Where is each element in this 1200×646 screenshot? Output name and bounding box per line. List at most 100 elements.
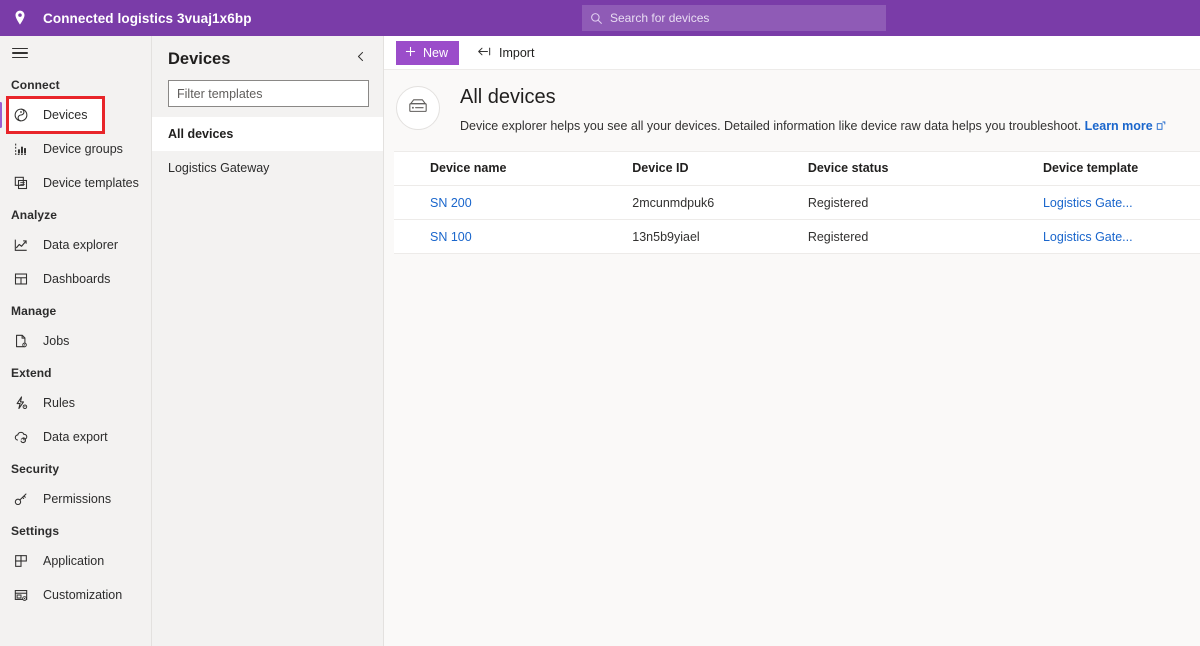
- page-header-text: All devices Device explorer helps you se…: [460, 84, 1166, 137]
- application-panels-icon: [12, 552, 30, 570]
- rules-lightning-gear-icon: [12, 394, 30, 412]
- global-search[interactable]: [582, 5, 886, 31]
- devices-table-head: Device name Device ID Device status Device …: [394, 151, 1200, 186]
- external-link-icon: [1156, 119, 1166, 137]
- sidebar-item-customization[interactable]: Customization: [0, 578, 151, 612]
- devices-panel-header: Devices: [152, 36, 383, 76]
- table-column-header[interactable]: Device template: [1042, 151, 1200, 186]
- left-navigation: Connect Devices Device groups Device templa…: [0, 36, 152, 646]
- cell-device-name[interactable]: SN 100: [394, 219, 633, 254]
- nav-groups: Connect Devices Device groups Device templa…: [0, 70, 151, 612]
- device-template-link[interactable]: Logistics Gate...: [1043, 230, 1133, 244]
- new-device-label: New: [423, 45, 449, 60]
- nav-group-title-manage: Manage: [11, 304, 57, 318]
- devices-icon: [12, 106, 30, 124]
- filter-templates-input[interactable]: [168, 80, 369, 107]
- template-list: All devices Logistics Gateway: [152, 117, 383, 185]
- hamburger-menu-button[interactable]: [0, 36, 151, 70]
- cell-device-template[interactable]: Logistics Gate...: [1042, 185, 1200, 220]
- table-row[interactable]: SN 200 2mcunmdpuk6 Registered Logistics Gat…: [394, 185, 1200, 220]
- template-item-logistics-gateway[interactable]: Logistics Gateway: [152, 151, 383, 185]
- device-name-link[interactable]: SN 100: [430, 230, 472, 244]
- sidebar-item-application[interactable]: Application: [0, 544, 151, 578]
- new-device-button[interactable]: New: [396, 40, 460, 65]
- table-column-header[interactable]: Device name: [394, 151, 633, 186]
- sidebar-item-data-explorer[interactable]: Data explorer: [0, 228, 151, 262]
- sidebar-item-label: Customization: [43, 588, 123, 602]
- search-icon: [582, 12, 610, 25]
- sidebar-item-devices[interactable]: Devices: [0, 96, 105, 134]
- cloud-export-icon: [12, 428, 30, 446]
- sidebar-item-label: Device groups: [43, 142, 123, 156]
- device-templates-icon: [12, 174, 30, 192]
- table-column-header[interactable]: Device ID: [632, 151, 808, 186]
- key-icon: [12, 490, 30, 508]
- learn-more-link[interactable]: Learn more: [1085, 119, 1153, 133]
- cell-device-template[interactable]: Logistics Gate...: [1042, 219, 1200, 254]
- nav-group-title-settings: Settings: [11, 524, 60, 538]
- devices-table-card: Device name Device ID Device status Device …: [394, 150, 1200, 254]
- import-arrow-icon: [477, 45, 492, 61]
- device-template-link[interactable]: Logistics Gate...: [1043, 196, 1133, 210]
- template-item-all-devices[interactable]: All devices: [152, 117, 383, 151]
- sidebar-item-label: Jobs: [43, 334, 70, 348]
- app-title: Connected logistics 3vuaj1x6bp: [43, 10, 252, 26]
- devices-table: Device name Device ID Device status Device …: [394, 151, 1200, 254]
- sidebar-item-dashboards[interactable]: Dashboards: [0, 262, 151, 296]
- line-chart-icon: [12, 236, 30, 254]
- sidebar-item-data-export[interactable]: Data export: [0, 420, 151, 454]
- import-devices-button[interactable]: Import: [469, 41, 542, 65]
- app-brand[interactable]: Connected logistics 3vuaj1x6bp: [0, 9, 252, 27]
- nav-group-title-connect: Connect: [11, 78, 60, 92]
- nav-group-title-extend: Extend: [11, 366, 52, 380]
- sidebar-item-rules[interactable]: Rules: [0, 386, 151, 420]
- table-row[interactable]: SN 100 13n5b9yiael Registered Logistics Gat…: [394, 219, 1200, 254]
- devices-panel: Devices All devicesLogistics Gateway: [152, 36, 384, 646]
- dashboard-grid-icon: [12, 270, 30, 288]
- panel-collapse-button[interactable]: [350, 48, 371, 70]
- filter-templates-wrap: [152, 76, 383, 117]
- customization-icon: [12, 586, 30, 604]
- cell-device-status: Registered: [807, 185, 1043, 220]
- cell-device-id: 2mcunmdpuk6: [632, 185, 808, 220]
- device-card-icon: [406, 96, 430, 121]
- chevron-left-icon: [354, 50, 367, 68]
- sidebar-item-label: Data export: [43, 430, 108, 444]
- cell-device-name[interactable]: SN 200: [394, 185, 633, 220]
- sidebar-item-device-groups[interactable]: Device groups: [0, 132, 151, 166]
- cell-device-status: Registered: [807, 219, 1043, 254]
- sidebar-item-label: Devices: [43, 108, 88, 122]
- sidebar-item-permissions[interactable]: Permissions: [0, 482, 151, 516]
- app-body: Connect Devices Device groups Device templa…: [0, 36, 1200, 646]
- sidebar-item-label: Data explorer: [43, 238, 119, 252]
- jobs-document-gear-icon: [12, 332, 30, 350]
- sidebar-item-label: Application: [43, 554, 105, 568]
- location-pin-icon: [11, 9, 29, 27]
- search-input[interactable]: [610, 5, 886, 31]
- command-bar: New Import: [384, 36, 1200, 70]
- main-content: New Import All devices Device explorer h…: [384, 36, 1200, 646]
- app-root: Connected logistics 3vuaj1x6bp Connect De…: [0, 0, 1200, 646]
- main-scroll-area: All devices Device explorer helps you se…: [384, 70, 1200, 646]
- page-description: Device explorer helps you see all your d…: [460, 118, 1166, 137]
- device-name-link[interactable]: SN 200: [430, 196, 472, 210]
- nav-group-title-analyze: Analyze: [11, 208, 58, 222]
- nav-group-title-security: Security: [11, 462, 60, 476]
- sidebar-item-device-templates[interactable]: Device templates: [0, 166, 151, 200]
- page-description-text: Device explorer helps you see all your d…: [460, 119, 1082, 133]
- sidebar-item-jobs[interactable]: Jobs: [0, 324, 151, 358]
- hamburger-menu-icon: [12, 45, 28, 62]
- devices-table-body: SN 200 2mcunmdpuk6 Registered Logistics Gat…: [394, 185, 1200, 254]
- table-header-row: Device name Device ID Device status Device …: [394, 151, 1200, 186]
- sidebar-item-label: Device templates: [43, 176, 139, 190]
- devices-panel-title: Devices: [168, 49, 231, 68]
- cell-device-id: 13n5b9yiael: [632, 219, 808, 254]
- page-title: All devices: [460, 86, 556, 108]
- device-groups-icon: [12, 140, 30, 158]
- top-header-bar: Connected logistics 3vuaj1x6bp: [0, 0, 1200, 36]
- table-column-header[interactable]: Device status: [807, 151, 1043, 186]
- sidebar-item-label: Permissions: [43, 492, 112, 506]
- avatar: [396, 86, 440, 130]
- sidebar-item-label: Dashboards: [43, 272, 111, 286]
- plus-icon: [404, 45, 417, 61]
